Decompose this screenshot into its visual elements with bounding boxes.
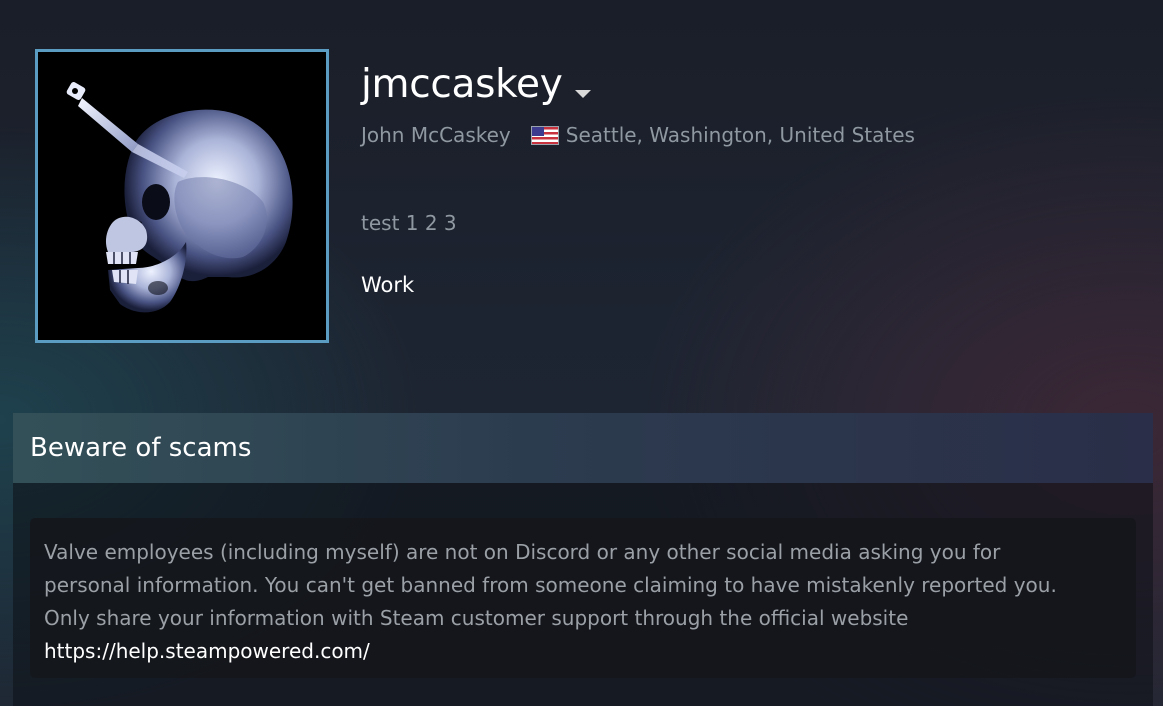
real-name: John McCaskey bbox=[361, 123, 511, 147]
name-history-dropdown-icon[interactable] bbox=[574, 90, 591, 98]
showcase-title: Beware of scams bbox=[30, 433, 252, 463]
persona-header: jmccaskey bbox=[361, 58, 591, 112]
help-site-link[interactable]: https://help.steampowered.com/ bbox=[44, 635, 1122, 668]
showcase-text-line: Valve employees (including myself) are n… bbox=[44, 540, 1001, 564]
persona-name: jmccaskey bbox=[361, 62, 563, 107]
location: Seattle, Washington, United States bbox=[565, 123, 915, 147]
featured-label: Work bbox=[361, 273, 415, 297]
showcase-panel: Beware of scams Valve employees (includi… bbox=[13, 413, 1153, 706]
showcase-text-line: personal information. You can't get bann… bbox=[44, 573, 1057, 597]
showcase-body: Valve employees (including myself) are n… bbox=[30, 518, 1136, 678]
profile-summary: test 1 2 3 bbox=[361, 211, 457, 235]
showcase-text-line: Only share your information with Steam c… bbox=[44, 606, 909, 630]
showcase-header: Beware of scams bbox=[13, 413, 1153, 483]
profile-avatar[interactable] bbox=[35, 49, 329, 343]
header-info: John McCaskey Seattle, Washington, Unite… bbox=[361, 123, 915, 147]
us-flag-icon bbox=[530, 125, 559, 145]
skull-xray-avatar bbox=[38, 52, 326, 340]
